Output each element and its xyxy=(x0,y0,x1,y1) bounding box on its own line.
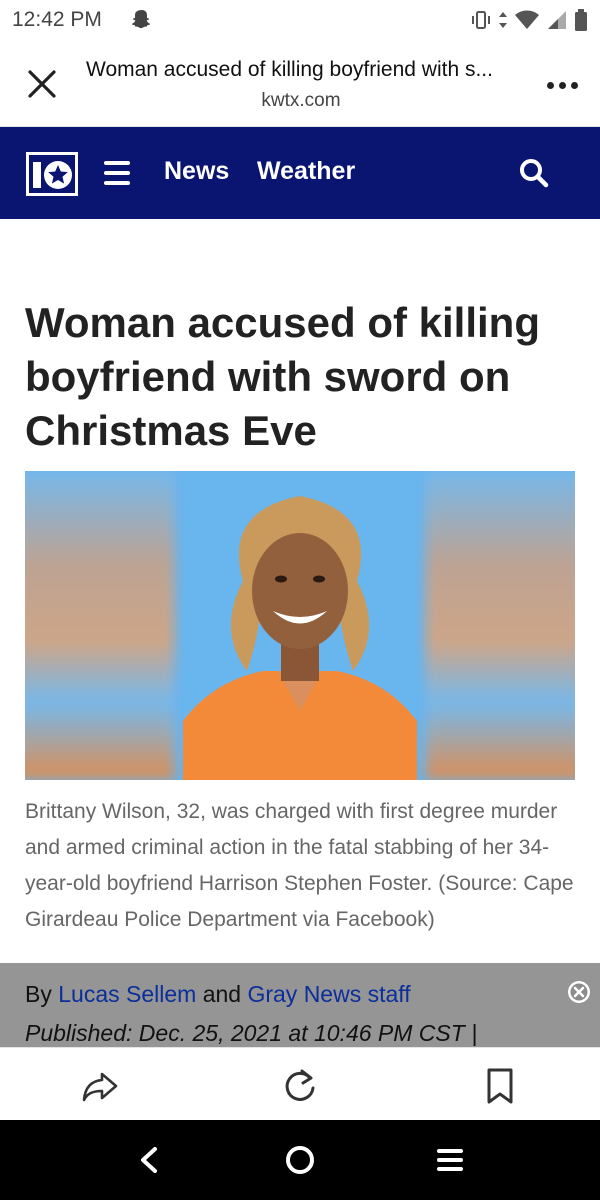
status-bar: 12:42 PM xyxy=(0,0,600,40)
byline: By Lucas Sellem and Gray News staff xyxy=(25,981,411,1008)
photo-caption: Brittany Wilson, 32, was charged with fi… xyxy=(25,800,574,931)
byline-bar: By Lucas Sellem and Gray News staff Publ… xyxy=(0,963,600,1047)
nav-link-weather[interactable]: Weather xyxy=(257,157,355,186)
article-headline: Woman accused of killing boyfriend with … xyxy=(25,299,540,454)
site-nav-bar: News Weather xyxy=(0,127,600,219)
portrait-illustration xyxy=(183,471,417,780)
byline-and: and xyxy=(202,981,242,1007)
bookmark-icon[interactable] xyxy=(480,1066,520,1106)
photo-blur-left xyxy=(25,471,175,780)
nav-link-news[interactable]: News xyxy=(164,157,229,186)
close-icon xyxy=(28,70,56,98)
close-button[interactable] xyxy=(18,60,66,108)
page-title: Woman accused of killing boyfriend with … xyxy=(86,58,493,81)
status-icons xyxy=(470,8,588,32)
search-icon[interactable] xyxy=(518,157,550,189)
wifi-icon xyxy=(515,10,539,29)
photo-center xyxy=(183,471,417,780)
close-circle-icon[interactable] xyxy=(566,979,592,1005)
bottom-toolbar xyxy=(0,1047,600,1120)
home-icon[interactable] xyxy=(282,1142,318,1178)
data-arrows-icon xyxy=(499,12,507,28)
vibrate-icon xyxy=(472,11,490,29)
more-options-button[interactable] xyxy=(538,68,586,102)
back-icon[interactable] xyxy=(132,1142,168,1178)
signal-icon xyxy=(548,11,566,29)
recents-icon[interactable] xyxy=(432,1142,468,1178)
page-domain: kwtx.com xyxy=(261,90,341,111)
status-time: 12:42 PM xyxy=(12,8,102,31)
system-navigation-bar xyxy=(0,1120,600,1200)
battery-icon xyxy=(575,9,587,31)
menu-button[interactable] xyxy=(104,161,130,185)
published-date: Published: Dec. 25, 2021 at 10:46 PM CST… xyxy=(25,1020,478,1046)
refresh-icon[interactable] xyxy=(280,1066,320,1106)
menu-icon xyxy=(104,161,130,165)
more-options-icon xyxy=(546,81,554,89)
photo-blur-right xyxy=(425,471,575,780)
article-photo xyxy=(25,471,575,780)
byline-prefix: By xyxy=(25,981,52,1007)
author-link-2[interactable]: Gray News staff xyxy=(247,981,410,1007)
author-link-1[interactable]: Lucas Sellem xyxy=(58,981,196,1007)
browser-header: Woman accused of killing boyfriend with … xyxy=(0,40,600,127)
station-logo[interactable] xyxy=(26,152,78,196)
share-icon[interactable] xyxy=(80,1066,120,1106)
snapchat-icon xyxy=(132,10,150,29)
